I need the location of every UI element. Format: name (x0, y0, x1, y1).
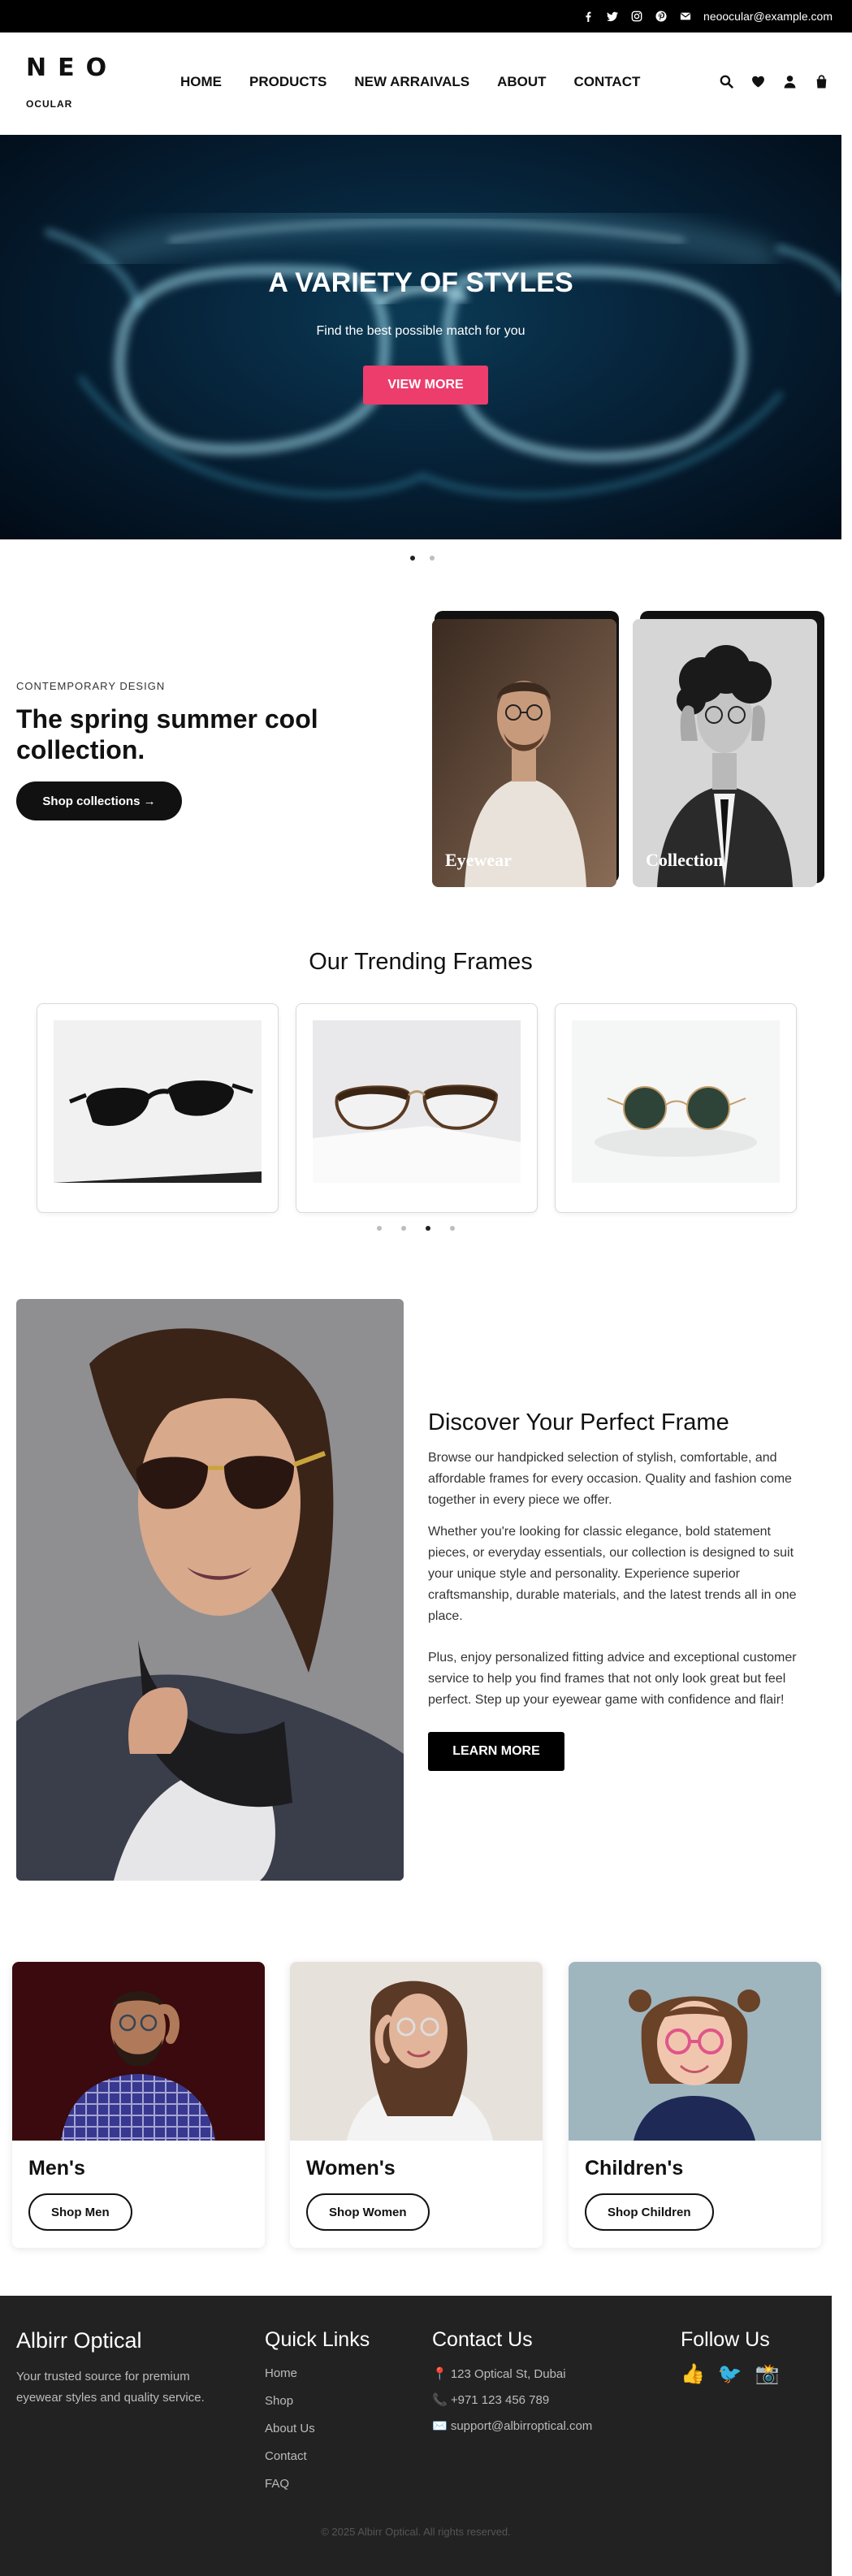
site-footer: Albirr Optical Your trusted source for p… (0, 2296, 832, 2576)
collection-card[interactable]: Collection (633, 619, 817, 887)
heart-icon[interactable] (751, 75, 765, 93)
category-card-women[interactable]: Women's Shop Women (290, 1962, 543, 2248)
footer-tagline: Your trusted source for premium eyewear … (16, 2370, 205, 2405)
footer-email[interactable]: ✉️ support@albirroptical.com (432, 2418, 592, 2433)
quick-links-title: Quick Links (265, 2328, 370, 2351)
discover-title: Discover Your Perfect Frame (428, 1409, 729, 1435)
follow-title: Follow Us (681, 2328, 770, 2351)
category-title: Men's (28, 2157, 85, 2180)
eyewear-photo (432, 619, 616, 887)
carousel-dot[interactable] (410, 556, 415, 561)
header-icons (720, 75, 828, 93)
category-card-men[interactable]: Men's Shop Men (12, 1962, 265, 2248)
footer-link-home[interactable]: Home (265, 2366, 297, 2380)
woman-sunglasses-photo (16, 1299, 404, 1881)
hero-carousel-dots (410, 556, 435, 561)
user-icon[interactable] (783, 75, 797, 93)
nav-products[interactable]: PRODUCTS (249, 74, 327, 90)
social-icons: 👍 🐦 📸 (681, 2362, 780, 2386)
view-more-button[interactable]: VIEW MORE (363, 366, 488, 405)
spring-title: The spring summer cool collection. (16, 704, 318, 764)
shop-men-button[interactable]: Shop Men (28, 2193, 132, 2231)
facebook-icon[interactable] (582, 10, 595, 23)
eyewear-card-label: Eyewear (445, 850, 512, 870)
thumbs-up-icon[interactable]: 👍 (681, 2362, 705, 2386)
trending-card[interactable] (37, 1003, 279, 1213)
twitter-icon[interactable] (606, 10, 619, 23)
spring-eyebrow: CONTEMPORARY DESIGN (16, 680, 166, 692)
nav-contact[interactable]: CONTACT (574, 74, 641, 90)
carousel-dot[interactable] (401, 1226, 406, 1231)
nav-new-arrivals[interactable]: NEW ARRAIVALS (354, 74, 469, 90)
footer-link-about[interactable]: About Us (265, 2422, 315, 2435)
hero-title: A VARIETY OF STYLES (268, 267, 573, 298)
footer-link-faq[interactable]: FAQ (265, 2477, 289, 2491)
men-photo (12, 1962, 265, 2141)
instagram-icon[interactable] (630, 10, 643, 23)
footer-address: 📍 123 Optical St, Dubai (432, 2367, 566, 2381)
camera-icon[interactable]: 📸 (755, 2362, 780, 2386)
collection-photo (633, 619, 817, 887)
black-sunglasses-image (54, 1020, 262, 1183)
shop-collections-button[interactable]: Shop collections → (16, 781, 182, 820)
trending-title: Our Trending Frames (309, 949, 533, 975)
search-icon[interactable] (720, 75, 733, 93)
shop-children-button[interactable]: Shop Children (585, 2193, 714, 2231)
tortoiseshell-glasses-image (313, 1020, 521, 1183)
footer-link-contact[interactable]: Contact (265, 2449, 307, 2463)
discover-paragraph-2: Whether you're looking for classic elega… (428, 1525, 797, 1623)
nav-home[interactable]: HOME (180, 74, 222, 90)
envelope-icon (679, 10, 692, 23)
carousel-dot[interactable] (450, 1226, 455, 1231)
carousel-dot[interactable] (430, 556, 435, 561)
topbar-email[interactable]: neoocular@example.com (703, 10, 833, 23)
trending-card[interactable] (296, 1003, 538, 1213)
logo-subtitle: OCULAR (26, 98, 73, 110)
bag-icon[interactable] (815, 75, 828, 93)
pinterest-icon[interactable] (655, 10, 668, 23)
trending-card[interactable] (555, 1003, 797, 1213)
category-title: Children's (585, 2157, 684, 2180)
hero-subtitle: Find the best possible match for you (316, 324, 525, 338)
logo[interactable]: NEO (26, 54, 118, 82)
discover-paragraph-3: Plus, enjoy personalized fitting advice … (428, 1651, 797, 1707)
category-title: Women's (306, 2157, 396, 2180)
women-photo (290, 1962, 543, 2141)
learn-more-button[interactable]: LEARN MORE (428, 1732, 564, 1771)
bird-icon[interactable]: 🐦 (718, 2362, 742, 2386)
contact-title: Contact Us (432, 2328, 533, 2351)
round-sunglasses-image (572, 1020, 780, 1183)
discover-image (16, 1299, 404, 1881)
eyewear-card[interactable]: Eyewear (432, 619, 616, 887)
top-bar: neoocular@example.com (0, 0, 852, 32)
carousel-dot[interactable] (377, 1226, 382, 1231)
collection-card-label: Collection (646, 850, 724, 870)
nav-about[interactable]: ABOUT (497, 74, 546, 90)
trending-carousel-dots (377, 1226, 455, 1231)
copyright: © 2025 Albirr Optical. All rights reserv… (321, 2526, 511, 2538)
footer-phone[interactable]: 📞 +971 123 456 789 (432, 2392, 549, 2407)
shop-women-button[interactable]: Shop Women (306, 2193, 430, 2231)
discover-paragraph-1: Browse our handpicked selection of styli… (428, 1451, 792, 1507)
carousel-dot[interactable] (426, 1226, 430, 1231)
footer-link-shop[interactable]: Shop (265, 2394, 293, 2408)
footer-brand: Albirr Optical (16, 2328, 142, 2353)
main-nav: HOME PRODUCTS NEW ARRAIVALS ABOUT CONTAC… (180, 74, 640, 90)
category-card-children[interactable]: Children's Shop Children (569, 1962, 821, 2248)
hero-banner: A VARIETY OF STYLES Find the best possib… (0, 135, 841, 539)
children-photo (569, 1962, 821, 2141)
